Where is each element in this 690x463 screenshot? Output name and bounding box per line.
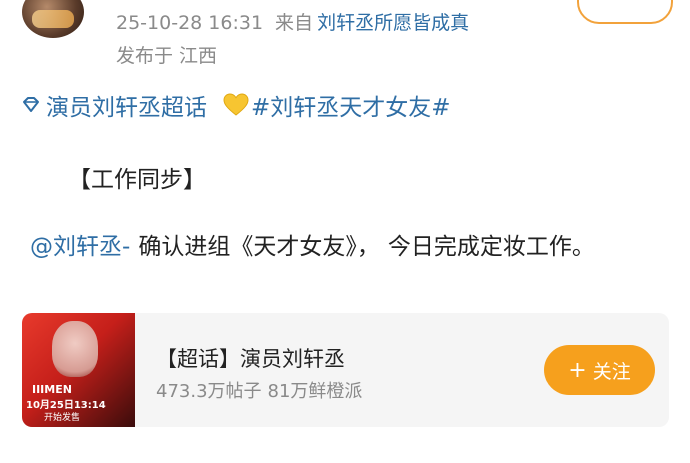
card-stats: 473.3万帖子 81万鲜橙派 <box>156 377 362 403</box>
super-topic-card[interactable]: IIIMEN 10月25日13:14 开始发售 【超话】演员刘轩丞 473.3万… <box>22 313 669 427</box>
card-title: 【超话】演员刘轩丞 <box>156 347 345 371</box>
thumbnail-sale: 开始发售 <box>44 413 81 423</box>
source-prefix: 来自 <box>275 12 314 34</box>
follow-button[interactable]: + 关注 <box>544 345 655 395</box>
post-location: 发布于 江西 <box>116 45 218 67</box>
topic-line: 演员刘轩丞超话 #刘轩丞天才女友# <box>20 88 451 122</box>
yellow-heart-icon <box>223 93 249 116</box>
plus-icon: + <box>568 357 587 383</box>
diamond-icon <box>23 97 39 112</box>
follow-button-top[interactable] <box>577 0 673 24</box>
mention-link[interactable]: @刘轩丞- <box>30 234 130 260</box>
post-text-1: 确认进组《天才女友》， <box>138 234 380 260</box>
super-topic-link[interactable]: 演员刘轩丞超话 <box>46 88 207 122</box>
thumbnail-portrait <box>52 321 98 377</box>
thumbnail-brand: IIIMEN <box>32 383 72 396</box>
source-link[interactable]: 刘轩丞所愿皆成真 <box>317 12 469 34</box>
weibo-post: 25-10-28 16:31 来自 刘轩丞所愿皆成真 发布于 江西 演员刘轩丞超话 … <box>0 0 690 463</box>
avatar-decoration <box>32 10 74 28</box>
post-text-2: 今日完成定妆工作。 <box>387 234 595 260</box>
thumbnail-date: 10月25日13:14 <box>26 400 106 411</box>
card-thumbnail: IIIMEN 10月25日13:14 开始发售 <box>22 313 135 427</box>
post-meta: 25-10-28 16:31 来自 刘轩丞所愿皆成真 <box>116 8 469 35</box>
follow-label: 关注 <box>592 360 631 383</box>
post-heading: 【工作同步】 <box>68 167 206 193</box>
posts-count: 473.3万帖子 <box>156 381 262 402</box>
post-timestamp: 25-10-28 16:31 <box>116 12 264 34</box>
avatar[interactable] <box>22 0 84 38</box>
hashtag-link[interactable]: #刘轩丞天才女友# <box>251 88 451 122</box>
post-body: @刘轩丞- 确认进组《天才女友》， 今日完成定妆工作。 <box>20 228 660 267</box>
fans-count: 81万鲜橙派 <box>267 381 363 402</box>
